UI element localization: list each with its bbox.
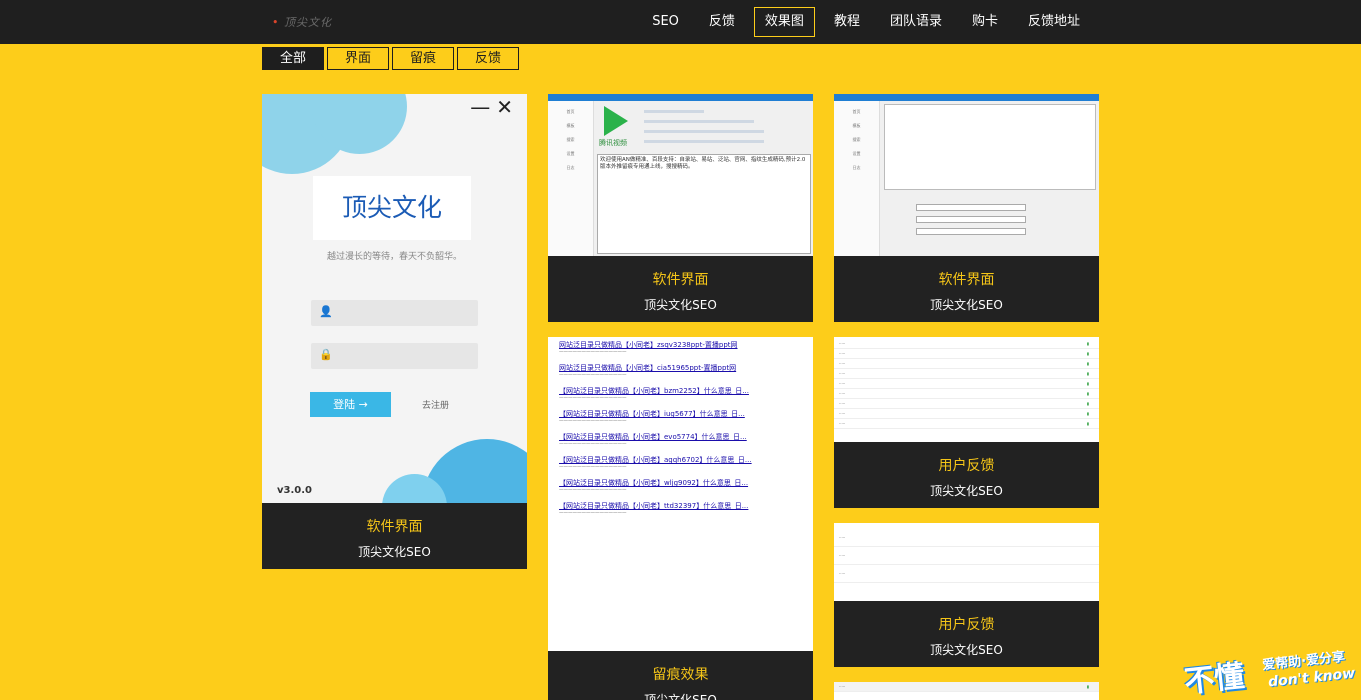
version-label: v3.0.0 — [277, 485, 312, 496]
app-sidebar: 首页 模板 搜索 设置 日志 — [834, 101, 880, 256]
search-result: 【网站泛目录只做精品【小同老】wljg9092】什么意思_日... ———————… — [559, 479, 749, 493]
filter-bar: 全部 界面 留痕 反馈 — [262, 47, 519, 70]
search-result: 【网站泛目录只做精品【小同老】evo5774】什么意思_日... ————————… — [559, 433, 747, 447]
tencent-video-icon — [604, 106, 628, 136]
gallery-card[interactable]: ····· ▮ ····· ▮ ····· ▮ ····· ▮ ····· ▮ ·····… — [834, 337, 1099, 508]
card-subtitle: 顶尖文化SEO — [930, 643, 1003, 657]
site-logo[interactable]: • 顶尖文化 — [272, 14, 332, 30]
badge-main: 不懂 — [1182, 658, 1247, 700]
card-subtitle: 顶尖文化SEO — [930, 298, 1003, 312]
card-screenshot: ····· ····· ····· — [834, 523, 1099, 601]
search-result: 网站泛目录只做精品【小同老】zsqv3238ppt-置播ppt网 ————————… — [559, 341, 738, 355]
gallery-card[interactable]: ····· ····· ····· 用户反馈 顶尖文化SEO — [834, 523, 1099, 667]
card-caption: 留痕效果 顶尖文化SEO — [548, 651, 813, 700]
data-grid — [884, 104, 1096, 190]
card-caption: 软件界面 顶尖文化SEO — [834, 256, 1099, 313]
search-result: 【网站泛目录只做精品【小同老】iug5677】什么意思_日... ————————… — [559, 410, 745, 424]
nav-item-tutorial[interactable]: 教程 — [823, 7, 871, 37]
nav-item-buy-card[interactable]: 购卡 — [961, 7, 1009, 37]
main-nav: SEO 反馈 效果图 教程 团队语录 购卡 反馈地址 — [641, 7, 1091, 37]
top-navbar: • 顶尖文化 SEO 反馈 效果图 教程 团队语录 购卡 反馈地址 — [0, 0, 1361, 44]
search-result: 【网站泛目录只做精品【小同老】agqh6702】什么意思_日... ———————… — [559, 456, 752, 470]
card-title: 软件界面 — [938, 272, 995, 288]
card-screenshot: 首页 模板 搜索 设置 日志 腾讯视频 欢迎使用AN做精准、百段支持：自录站、易站、泛站… — [548, 94, 813, 256]
card-caption: 软件界面 顶尖文化SEO — [262, 503, 527, 560]
dont-know-badge: 不懂 爱帮助·爱分享 don't know — [1183, 648, 1356, 700]
card-caption: 软件界面 顶尖文化SEO — [548, 256, 813, 313]
search-result: 【网站泛目录只做精品【小同老】ttd32397】什么意思_日... ———————… — [559, 502, 749, 516]
card-screenshot: 首页 模板 搜索 设置 日志 — [834, 94, 1099, 256]
gallery-card[interactable]: —✕ 顶尖文化 越过漫长的等待，春天不负韶华。 👤 🔒 登陆 → 去注册 v3.… — [262, 94, 527, 569]
card-screenshot: —✕ 顶尖文化 越过漫长的等待，春天不负韶华。 👤 🔒 登陆 → 去注册 v3.… — [262, 94, 527, 503]
card-subtitle: 顶尖文化SEO — [644, 298, 717, 312]
card-title: 用户反馈 — [938, 617, 995, 633]
search-result: 【网站泛目录只做精品【小同老】bzm2252】什么意思_日... ————————… — [559, 387, 749, 401]
card-title: 用户反馈 — [938, 458, 995, 474]
register-link: 去注册 — [422, 401, 450, 411]
login-brand: 顶尖文化 — [313, 176, 471, 240]
card-subtitle: 顶尖文化SEO — [930, 484, 1003, 498]
nav-item-feedback-address[interactable]: 反馈地址 — [1017, 7, 1091, 37]
gallery-card[interactable]: ····· ▮ — [834, 682, 1099, 700]
card-title: 留痕效果 — [652, 667, 709, 683]
card-screenshot: 网站泛目录只做精品【小同老】zsqv3238ppt-置播ppt网 ————————… — [548, 337, 813, 651]
filter-traces[interactable]: 留痕 — [392, 47, 454, 70]
card-title: 软件界面 — [366, 519, 423, 535]
nav-item-feedback[interactable]: 反馈 — [698, 7, 746, 37]
site-logo-text: 顶尖文化 — [284, 16, 332, 29]
gallery-card[interactable]: 首页 模板 搜索 设置 日志 腾讯视频 欢迎使用AN做精准、百段支持：自录站、易站、泛站… — [548, 94, 813, 322]
video-label: 腾讯视频 — [599, 139, 627, 147]
card-caption: 用户反馈 顶尖文化SEO — [834, 601, 1099, 658]
card-subtitle: 顶尖文化SEO — [644, 693, 717, 700]
gallery-card[interactable]: 网站泛目录只做精品【小同老】zsqv3238ppt-置播ppt网 ————————… — [548, 337, 813, 700]
log-panel: 欢迎使用AN做精准、百段支持：自录站、易站、泛站、官网、指纹生成精码,预计2.0… — [597, 154, 811, 254]
filter-all[interactable]: 全部 — [262, 47, 324, 70]
card-caption: 用户反馈 顶尖文化SEO — [834, 442, 1099, 499]
card-screenshot: ····· ▮ ····· ▮ ····· ▮ ····· ▮ ····· ▮ ·····… — [834, 337, 1099, 442]
window-controls-icon: —✕ — [470, 95, 519, 119]
gallery-card[interactable]: 首页 模板 搜索 设置 日志 软件界面 顶尖文化SEO — [834, 94, 1099, 322]
username-field: 👤 — [311, 300, 478, 326]
app-sidebar: 首页 模板 搜索 设置 日志 — [548, 101, 594, 256]
lock-icon: 🔒 — [319, 348, 333, 361]
login-tagline: 越过漫长的等待，春天不负韶华。 — [326, 252, 462, 262]
search-result: 网站泛目录只做精品【小同老】cia51965ppt-置播ppt网 ————————… — [559, 364, 737, 378]
card-title: 软件界面 — [652, 272, 709, 288]
filter-feedback[interactable]: 反馈 — [457, 47, 519, 70]
password-field: 🔒 — [311, 343, 478, 369]
card-subtitle: 顶尖文化SEO — [358, 545, 431, 559]
filter-interface[interactable]: 界面 — [327, 47, 389, 70]
nav-item-effects[interactable]: 效果图 — [753, 7, 815, 37]
nav-item-team-quotes[interactable]: 团队语录 — [879, 7, 953, 37]
login-button: 登陆 → — [310, 392, 391, 417]
nav-item-seo[interactable]: SEO — [641, 7, 690, 37]
user-icon: 👤 — [319, 305, 333, 318]
